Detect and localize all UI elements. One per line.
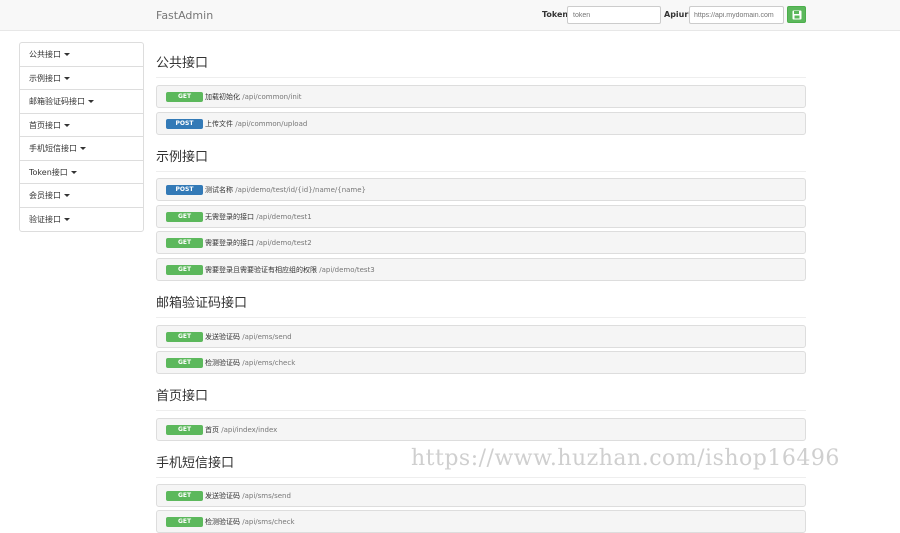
method-badge: GET <box>166 265 203 275</box>
api-path: /api/index/index <box>221 426 278 434</box>
api-path: /api/demo/test/id/{id}/name/{name} <box>235 186 367 194</box>
sidebar-item-label: 示例接口 <box>29 73 61 83</box>
api-name: 发送验证码 <box>205 333 240 341</box>
section-title-ems: 邮箱验证码接口 <box>156 292 806 318</box>
method-badge: GET <box>166 425 203 435</box>
section-title-demo: 示例接口 <box>156 146 806 172</box>
apiurl-input[interactable] <box>689 6 784 24</box>
token-input[interactable] <box>567 6 661 24</box>
api-path: /api/ems/check <box>242 359 296 367</box>
watermark-text: https://www.huzhan.com/ishop16496 <box>411 446 840 471</box>
sidebar-item-validate[interactable]: 验证接口 <box>20 208 143 232</box>
api-path: /api/common/upload <box>235 120 308 128</box>
method-badge: GET <box>166 92 203 102</box>
sidebar-item-common[interactable]: 公共接口 <box>20 43 143 67</box>
api-row[interactable]: POST 测试名称 /api/demo/test/id/{id}/name/{n… <box>156 178 806 201</box>
floppy-disk-icon <box>792 10 802 20</box>
sidebar-item-ems[interactable]: 邮箱验证码接口 <box>20 90 143 114</box>
api-row[interactable]: GET 发送验证码 /api/ems/send <box>156 325 806 348</box>
method-badge: POST <box>166 119 203 129</box>
sidebar-menu: 公共接口 示例接口 邮箱验证码接口 首页接口 手机短信接口 Token接口 会员… <box>19 42 144 232</box>
api-name: 需要登录的接口 <box>205 239 254 247</box>
sidebar-item-user[interactable]: 会员接口 <box>20 184 143 208</box>
sidebar-item-label: 邮箱验证码接口 <box>29 97 85 106</box>
api-name: 上传文件 <box>205 120 233 128</box>
caret-down-icon <box>70 170 77 174</box>
section-title-index: 首页接口 <box>156 385 806 411</box>
method-badge: GET <box>166 358 203 368</box>
api-path: /api/sms/check <box>242 518 295 526</box>
brand-title[interactable]: FastAdmin <box>156 9 213 22</box>
method-badge: GET <box>166 332 203 342</box>
caret-down-icon <box>64 217 70 221</box>
caret-down-icon <box>64 76 70 80</box>
api-row[interactable]: POST 上传文件 /api/common/upload <box>156 112 806 135</box>
sidebar-item-label: 会员接口 <box>29 191 61 200</box>
api-path: /api/common/init <box>242 93 302 101</box>
sidebar-item-label: 首页接口 <box>29 120 61 130</box>
method-badge: GET <box>166 238 203 248</box>
api-row[interactable]: GET 检测验证码 /api/ems/check <box>156 351 806 374</box>
api-path: /api/demo/test2 <box>256 239 312 247</box>
api-row[interactable]: GET 加载初始化 /api/common/init <box>156 85 806 108</box>
api-row[interactable]: GET 需要登录且需要验证有相应组的权限 /api/demo/test3 <box>156 258 806 281</box>
section-title-common: 公共接口 <box>156 52 806 78</box>
api-row[interactable]: GET 需要登录的接口 /api/demo/test2 <box>156 231 806 254</box>
api-name: 发送验证码 <box>205 492 240 500</box>
caret-down-icon <box>64 53 70 56</box>
sidebar-item-label: 手机短信接口 <box>29 144 77 153</box>
api-path: /api/demo/test1 <box>256 213 312 221</box>
api-path: /api/ems/send <box>242 333 292 341</box>
api-row[interactable]: GET 无需登录的接口 /api/demo/test1 <box>156 205 806 228</box>
sidebar-item-demo[interactable]: 示例接口 <box>20 67 143 90</box>
sidebar-item-label: Token接口 <box>29 167 68 177</box>
api-name: 检测验证码 <box>205 359 240 367</box>
caret-down-icon <box>80 147 86 150</box>
save-button[interactable] <box>787 6 806 23</box>
method-badge: GET <box>166 212 203 222</box>
api-row[interactable]: GET 首页 /api/index/index <box>156 418 806 441</box>
api-name: 首页 <box>205 426 219 434</box>
top-navbar: FastAdmin Token: Apiurl: <box>0 0 900 31</box>
sidebar-item-sms[interactable]: 手机短信接口 <box>20 137 143 161</box>
method-badge: POST <box>166 185 203 195</box>
sidebar-item-token[interactable]: Token接口 <box>20 161 143 184</box>
api-name: 无需登录的接口 <box>205 213 254 221</box>
api-name: 测试名称 <box>205 186 233 194</box>
caret-down-icon <box>64 123 70 127</box>
api-path: /api/sms/send <box>242 492 291 500</box>
api-row[interactable]: GET 发送验证码 /api/sms/send <box>156 484 806 507</box>
api-path: /api/demo/test3 <box>319 266 375 274</box>
sidebar-item-label: 验证接口 <box>29 214 61 224</box>
caret-down-icon <box>88 100 94 103</box>
api-row[interactable]: GET 检测验证码 /api/sms/check <box>156 510 806 533</box>
sidebar-item-index[interactable]: 首页接口 <box>20 114 143 137</box>
api-name: 检测验证码 <box>205 518 240 526</box>
sidebar-item-label: 公共接口 <box>29 50 61 59</box>
api-name: 需要登录且需要验证有相应组的权限 <box>205 266 317 274</box>
api-name: 加载初始化 <box>205 93 240 101</box>
caret-down-icon <box>64 194 70 197</box>
method-badge: GET <box>166 491 203 501</box>
